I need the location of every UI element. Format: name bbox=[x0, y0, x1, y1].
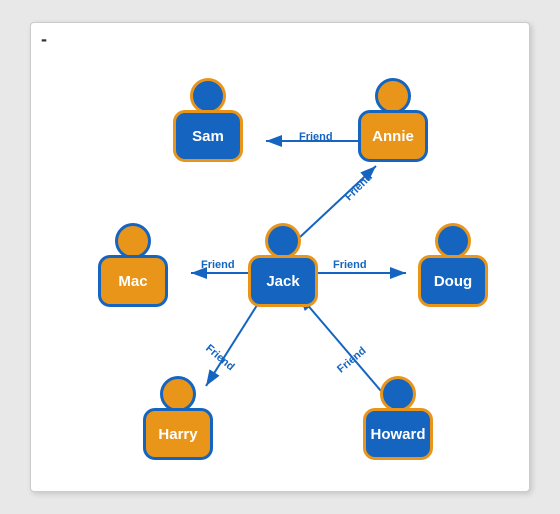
howard-body: Howard bbox=[363, 408, 433, 460]
sam-body: Sam bbox=[173, 110, 243, 162]
howard-head bbox=[380, 376, 416, 412]
sam-head bbox=[190, 78, 226, 114]
node-harry[interactable]: Harry bbox=[138, 376, 218, 460]
mac-body: Mac bbox=[98, 255, 168, 307]
harry-head bbox=[160, 376, 196, 412]
edge-label-jack-harry: Friend bbox=[203, 342, 236, 373]
node-annie[interactable]: Annie bbox=[353, 78, 433, 162]
node-mac[interactable]: Mac bbox=[93, 223, 173, 307]
annie-body: Annie bbox=[358, 110, 428, 162]
node-doug[interactable]: Doug bbox=[413, 223, 493, 307]
jack-body: Jack bbox=[248, 255, 318, 307]
node-sam[interactable]: Sam bbox=[168, 78, 248, 162]
edge-label-annie-sam: Friend bbox=[299, 131, 333, 143]
annie-head bbox=[375, 78, 411, 114]
harry-body: Harry bbox=[143, 408, 213, 460]
node-jack[interactable]: Jack bbox=[243, 223, 323, 307]
edge-label-jack-annie: Friend bbox=[343, 171, 375, 203]
edge-label-howard-jack: Friend bbox=[335, 345, 368, 376]
minus-icon[interactable]: - bbox=[41, 29, 47, 50]
edge-label-jack-mac: Friend bbox=[201, 259, 235, 271]
jack-head bbox=[265, 223, 301, 259]
node-howard[interactable]: Howard bbox=[358, 376, 438, 460]
graph-canvas: - Friend Friend Friend Friend Friend Fri… bbox=[30, 22, 530, 492]
edge-label-jack-doug: Friend bbox=[333, 259, 367, 271]
doug-body: Doug bbox=[418, 255, 488, 307]
doug-head bbox=[435, 223, 471, 259]
mac-head bbox=[115, 223, 151, 259]
